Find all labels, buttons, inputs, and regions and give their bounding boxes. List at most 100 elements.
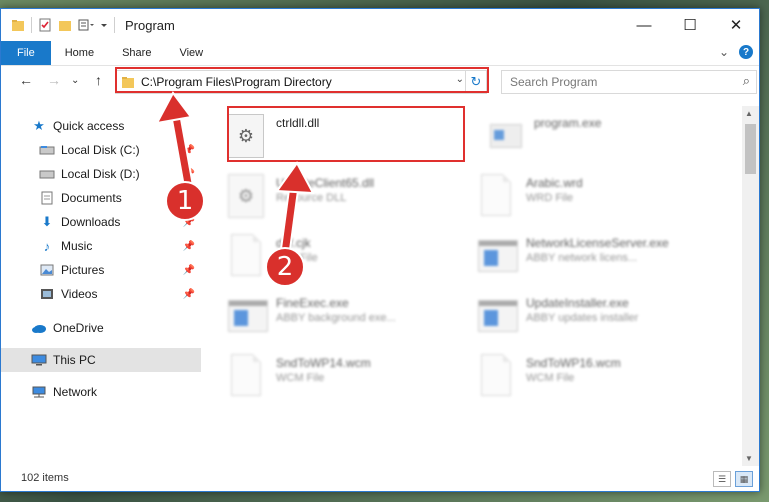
file-name: FineExec.exe [276,296,349,310]
file-name: program.exe [534,116,602,130]
sidebar-item-label: Downloads [61,215,121,229]
file-name: SndToWP16.wcm [526,356,621,370]
videos-icon [39,287,55,301]
file-item[interactable]: UpdateInstaller.exe ABBY updates install… [456,286,696,342]
recent-locations-button[interactable]: ⌄ [71,75,79,86]
document-icon [228,354,262,396]
pin-icon: 📌 [182,288,195,300]
sidebar-item-label: Documents [61,191,122,205]
step-badge-1: 1 [165,181,205,221]
sidebar-item-onedrive[interactable]: OneDrive [1,316,201,340]
file-name: Arabic.wrd [526,176,583,190]
file-page-icon [231,354,261,396]
file-type: WRD File [526,192,574,204]
sidebar-item-label: Local Disk (C:) [61,143,140,157]
close-button[interactable]: ✕ [713,9,759,41]
file-item[interactable]: FineExec.exe ABBY background exe... [206,286,446,342]
ribbon-tabs: File Home Share View ⌄ ? [1,41,759,66]
window-icon [478,240,518,272]
search-box[interactable]: Search Program ⌕ [501,70,757,94]
arrow-up-icon [275,161,315,254]
document-icon [478,174,512,216]
computer-icon [31,353,47,367]
file-item[interactable]: program.exe [464,106,704,162]
file-page-icon [481,174,511,216]
status-bar: 102 items ☰ ▦ [1,467,759,491]
details-view-icon[interactable]: ☰ [713,471,731,487]
up-button[interactable]: ↑ [95,72,102,88]
scroll-up-icon[interactable]: ▲ [745,109,753,118]
file-item[interactable]: SndToWP14.wcm WCM File [206,346,446,402]
app-window-icon [228,294,268,336]
file-page-icon [481,354,511,396]
toolbar-separator [31,17,32,33]
item-count: 102 items [21,472,69,484]
file-type: WCM File [526,372,575,384]
sidebar-item-this-pc[interactable]: This PC [1,348,201,372]
app-window-icon [478,294,518,336]
sidebar-item-label: Music [61,239,93,253]
file-name: SndToWP14.wcm [276,356,371,370]
folder-icon [12,20,24,31]
tab-file[interactable]: File [1,41,51,65]
customize-view-icon[interactable] [78,18,94,32]
back-button[interactable]: ← [19,72,33,88]
file-item[interactable]: SndToWP16.wcm WCM File [456,346,696,402]
file-type: ABBY updates installer [526,312,639,324]
music-icon: ♪ [43,238,51,254]
app-window-icon [478,234,518,276]
file-type: ABBY network licens... [526,252,638,264]
scrollbar-thumb[interactable] [745,124,756,174]
new-folder-icon[interactable] [58,18,72,32]
minimize-button[interactable]: — [621,9,667,41]
drive-icon [39,143,55,157]
file-explorer-window: Program — ☐ ✕ File Home Share View ⌄ ? ←… [0,8,760,492]
star-icon: ★ [33,118,45,133]
window-title: Program [125,17,175,33]
step-badge-2: 2 [265,247,305,287]
quick-access-toolbar [11,17,115,33]
window-icon [228,300,268,332]
maximize-button[interactable]: ☐ [667,9,713,41]
file-item[interactable]: NetworkLicenseServer.exe ABBY network li… [456,226,696,282]
title-bar: Program — ☐ ✕ [1,9,759,41]
window-icon [478,300,518,332]
file-type: ABBY background exe... [276,312,396,324]
chevron-down-icon[interactable] [100,18,108,32]
sidebar-item-label: Network [53,385,98,399]
properties-icon[interactable] [38,18,52,32]
window-controls: — ☐ ✕ [621,9,759,41]
document-icon [478,354,512,396]
sidebar-item-network[interactable]: Network [1,380,201,404]
tab-view[interactable]: View [165,41,217,65]
search-input[interactable]: Search Program [510,75,597,89]
pictures-icon [39,263,55,277]
ribbon-right-controls: ⌄ ? [719,45,753,59]
scroll-down-icon[interactable]: ▼ [745,454,753,463]
sidebar-item-label: OneDrive [53,321,104,335]
file-name: UpdateInstaller.exe [526,296,629,310]
expand-ribbon-button[interactable]: ⌄ [719,45,729,59]
arrow-up-icon [155,91,195,190]
sidebar-item-label: Pictures [61,263,105,277]
search-icon: ⌕ [742,73,750,88]
vertical-scrollbar[interactable]: ▲ ▼ [742,106,759,466]
help-button[interactable]: ? [739,45,753,59]
forward-button[interactable]: → [47,72,61,88]
exe-icon [486,114,522,156]
file-type: WCM File [276,372,325,384]
tab-share[interactable]: Share [108,41,165,65]
file-item[interactable]: Arabic.wrd WRD File [456,166,696,222]
large-icons-view-icon[interactable]: ▦ [735,471,753,487]
tab-home[interactable]: Home [51,41,108,65]
documents-icon [39,191,55,205]
download-icon: ⬇ [41,214,53,229]
program-icon [490,118,522,148]
sidebar-item-label: Quick access [53,119,125,133]
sidebar-item-label: Local Disk (D:) [61,167,140,181]
toolbar-separator [114,17,115,33]
network-icon [31,385,47,399]
sidebar-item-label: This PC [53,353,96,367]
file-name: NetworkLicenseServer.exe [526,236,669,250]
cloud-icon [31,321,47,335]
